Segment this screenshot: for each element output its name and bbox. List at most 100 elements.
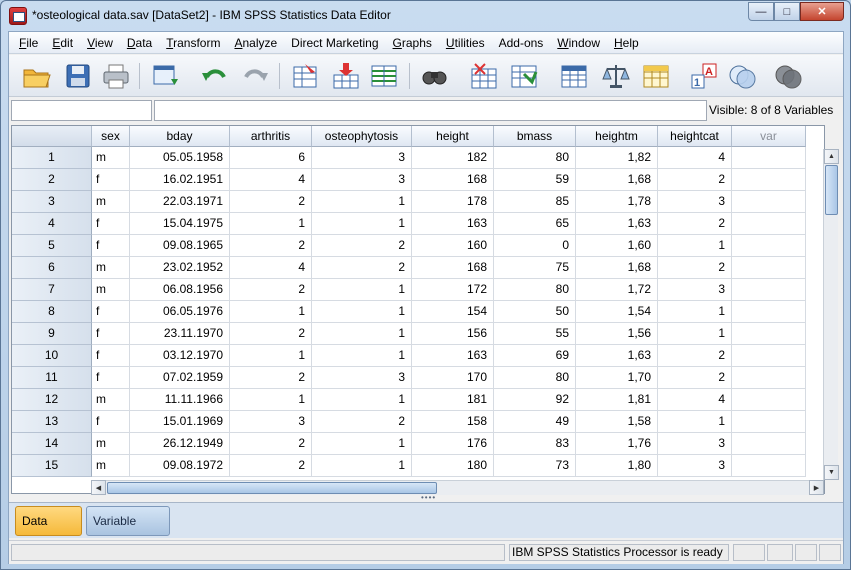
menu-utilities[interactable]: Utilities — [439, 33, 492, 53]
cell-bday[interactable]: 11.11.1966 — [130, 389, 230, 411]
cell-bmass[interactable]: 85 — [494, 191, 576, 213]
select-cases-icon[interactable] — [641, 61, 671, 91]
row-number-header[interactable]: 15 — [12, 455, 92, 477]
cell-height[interactable]: 163 — [412, 345, 494, 367]
cell-var-empty[interactable] — [732, 367, 806, 389]
cell-var-empty[interactable] — [732, 411, 806, 433]
cell-arthritis[interactable]: 2 — [230, 367, 312, 389]
scroll-down-button[interactable]: ▼ — [824, 465, 839, 480]
cell-height[interactable]: 170 — [412, 367, 494, 389]
redo-icon[interactable] — [241, 61, 271, 91]
tab-variable-view[interactable]: Variable View — [86, 506, 170, 556]
scroll-right-button[interactable]: ▶ — [809, 480, 824, 495]
column-header-height[interactable]: height — [412, 126, 494, 147]
menu-transform[interactable]: Transform — [159, 33, 227, 53]
cell-bmass[interactable]: 65 — [494, 213, 576, 235]
column-header-bmass[interactable]: bmass — [494, 126, 576, 147]
cell-arthritis[interactable]: 6 — [230, 147, 312, 169]
cell-heightcat[interactable]: 3 — [658, 279, 732, 301]
cell-bmass[interactable]: 92 — [494, 389, 576, 411]
cell-sex[interactable]: f — [92, 367, 130, 389]
cell-var-empty[interactable] — [732, 433, 806, 455]
cell-heightm[interactable]: 1,68 — [576, 169, 658, 191]
vertical-scroll-thumb[interactable] — [825, 165, 838, 215]
row-number-header[interactable]: 5 — [12, 235, 92, 257]
cell-var-empty[interactable] — [732, 345, 806, 367]
cell-height[interactable]: 180 — [412, 455, 494, 477]
cell-height[interactable]: 156 — [412, 323, 494, 345]
row-number-header[interactable]: 4 — [12, 213, 92, 235]
menu-data[interactable]: Data — [120, 33, 159, 53]
cell-heightm[interactable]: 1,68 — [576, 257, 658, 279]
open-folder-icon[interactable] — [21, 61, 51, 91]
cell-bday[interactable]: 16.02.1951 — [130, 169, 230, 191]
cell-height[interactable]: 160 — [412, 235, 494, 257]
menu-add-ons[interactable]: Add-ons — [492, 33, 551, 53]
cell-sex[interactable]: f — [92, 345, 130, 367]
row-number-header[interactable]: 1 — [12, 147, 92, 169]
goto-case-icon[interactable] — [291, 61, 321, 91]
cell-height[interactable]: 182 — [412, 147, 494, 169]
grid-corner-cell[interactable] — [12, 126, 92, 147]
cell-heightm[interactable]: 1,56 — [576, 323, 658, 345]
tab-data-view[interactable]: Data View — [15, 506, 82, 556]
cell-heightcat[interactable]: 2 — [658, 367, 732, 389]
cell-height[interactable]: 172 — [412, 279, 494, 301]
cell-arthritis[interactable]: 2 — [230, 279, 312, 301]
cell-sex[interactable]: m — [92, 433, 130, 455]
menu-help[interactable]: Help — [607, 33, 646, 53]
cell-arthritis[interactable]: 2 — [230, 323, 312, 345]
cell-bmass[interactable]: 80 — [494, 367, 576, 389]
cell-bday[interactable]: 09.08.1972 — [130, 455, 230, 477]
maximize-button[interactable]: □ — [774, 2, 800, 21]
cell-sex[interactable]: m — [92, 147, 130, 169]
cell-heightcat[interactable]: 1 — [658, 301, 732, 323]
cell-osteophytosis[interactable]: 1 — [312, 433, 412, 455]
menu-window[interactable]: Window — [550, 33, 607, 53]
cell-arthritis[interactable]: 1 — [230, 301, 312, 323]
cell-heightcat[interactable]: 1 — [658, 323, 732, 345]
cell-reference-field[interactable] — [11, 100, 152, 121]
cell-bday[interactable]: 23.02.1952 — [130, 257, 230, 279]
variables-icon[interactable] — [369, 61, 399, 91]
cell-height[interactable]: 178 — [412, 191, 494, 213]
pane-split-handle[interactable]: •••• — [421, 494, 439, 502]
cell-heightm[interactable]: 1,58 — [576, 411, 658, 433]
goto-variable-icon[interactable] — [331, 61, 361, 91]
cell-arthritis[interactable]: 2 — [230, 235, 312, 257]
cell-sex[interactable]: f — [92, 301, 130, 323]
cell-heightcat[interactable]: 2 — [658, 169, 732, 191]
cell-bmass[interactable]: 69 — [494, 345, 576, 367]
cell-osteophytosis[interactable]: 3 — [312, 169, 412, 191]
cell-bday[interactable]: 07.02.1959 — [130, 367, 230, 389]
menu-edit[interactable]: Edit — [45, 33, 80, 53]
column-header-sex[interactable]: sex — [92, 126, 130, 147]
cell-arthritis[interactable]: 1 — [230, 213, 312, 235]
use-sets-icon[interactable] — [727, 61, 757, 91]
menu-view[interactable]: View — [80, 33, 120, 53]
cell-osteophytosis[interactable]: 1 — [312, 323, 412, 345]
cell-osteophytosis[interactable]: 1 — [312, 213, 412, 235]
cell-heightcat[interactable]: 4 — [658, 147, 732, 169]
cell-var-empty[interactable] — [732, 257, 806, 279]
title-bar[interactable]: *osteological data.sav [DataSet2] - IBM … — [1, 1, 850, 31]
cell-heightm[interactable]: 1,54 — [576, 301, 658, 323]
cell-var-empty[interactable] — [732, 455, 806, 477]
cell-arthritis[interactable]: 2 — [230, 455, 312, 477]
cell-heightm[interactable]: 1,72 — [576, 279, 658, 301]
cell-heightcat[interactable]: 2 — [658, 257, 732, 279]
cell-arthritis[interactable]: 3 — [230, 411, 312, 433]
cell-osteophytosis[interactable]: 1 — [312, 455, 412, 477]
cell-bday[interactable]: 09.08.1965 — [130, 235, 230, 257]
cell-bday[interactable]: 03.12.1970 — [130, 345, 230, 367]
cell-sex[interactable]: m — [92, 279, 130, 301]
cell-bmass[interactable]: 49 — [494, 411, 576, 433]
cell-osteophytosis[interactable]: 2 — [312, 257, 412, 279]
cell-heightm[interactable]: 1,70 — [576, 367, 658, 389]
row-number-header[interactable]: 12 — [12, 389, 92, 411]
cell-heightm[interactable]: 1,82 — [576, 147, 658, 169]
cell-height[interactable]: 154 — [412, 301, 494, 323]
cell-var-empty[interactable] — [732, 323, 806, 345]
scroll-left-button[interactable]: ◀ — [91, 480, 106, 495]
column-header-osteophytosis[interactable]: osteophytosis — [312, 126, 412, 147]
